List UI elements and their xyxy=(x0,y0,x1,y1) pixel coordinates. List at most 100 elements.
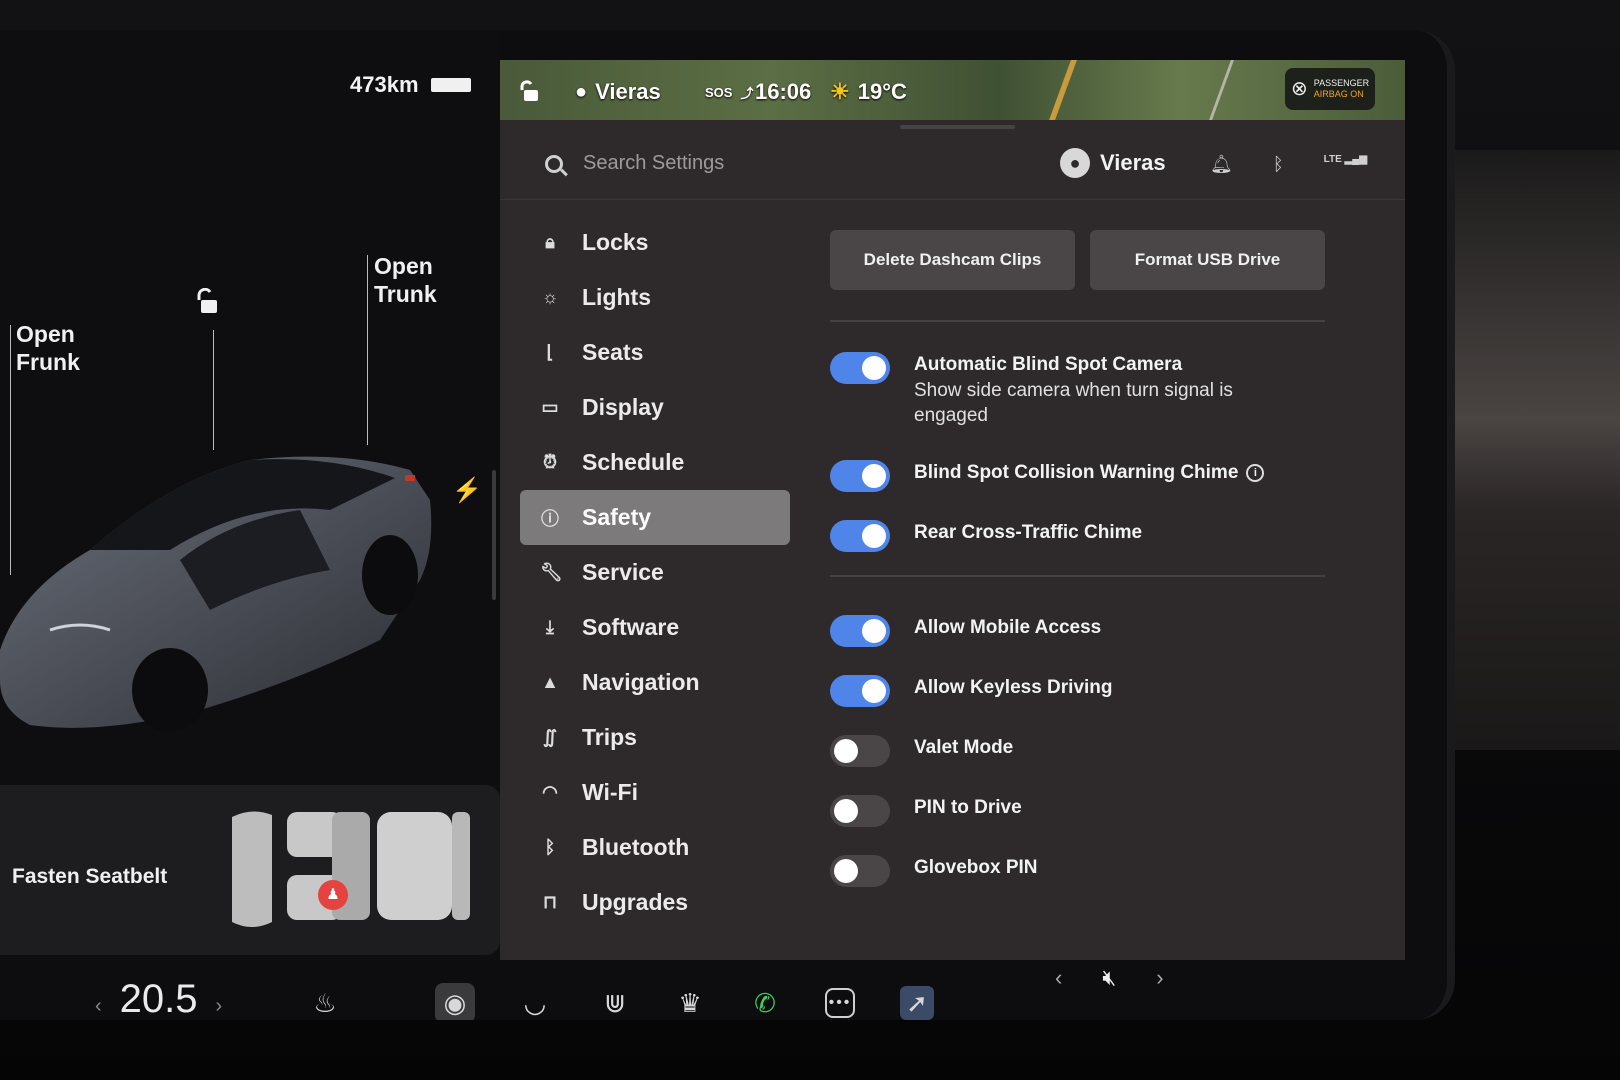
nav-item-software[interactable]: ⤓ Software xyxy=(520,600,790,655)
toggle-allow-keyless-driving[interactable] xyxy=(830,675,890,707)
setting-title: PIN to Drive xyxy=(914,797,1022,818)
warning-icon: ⓘ xyxy=(541,508,559,529)
download-icon: ⤓ xyxy=(546,617,554,637)
search-placeholder: Search Settings xyxy=(583,152,725,174)
setting-valet-mode: Valet Mode xyxy=(830,735,1013,767)
open-frunk-line1: Open xyxy=(16,321,75,347)
nav-label: Locks xyxy=(582,229,649,255)
sos-button[interactable]: SOS ⤴ xyxy=(705,83,753,102)
front-defrost-icon[interactable]: ◡ xyxy=(515,983,555,1020)
status-bar: ● Vieras SOS ⤴ 16:06 ☀ 19°C xyxy=(500,72,1405,112)
panel-scrollbar xyxy=(492,470,496,600)
delete-dashcam-clips-button[interactable]: Delete Dashcam Clips xyxy=(830,230,1075,290)
navigation-arrow-icon: ▲ xyxy=(541,672,559,692)
nav-label: Upgrades xyxy=(582,889,689,915)
sun-weather-icon: ☀ xyxy=(830,79,850,104)
nav-item-lights[interactable]: ☼ Lights xyxy=(520,270,790,325)
bell-icon[interactable]: 🔔︎ xyxy=(1210,154,1233,175)
rear-defrost-icon[interactable]: ⋓ xyxy=(595,983,635,1020)
seatbelt-alert-icon: ♟ xyxy=(318,880,348,910)
nav-label: Display xyxy=(582,394,664,420)
toggle-allow-mobile-access[interactable] xyxy=(830,615,890,647)
toggle-glovebox-pin[interactable] xyxy=(830,855,890,887)
nav-label: Schedule xyxy=(582,449,685,475)
bluetooth-icon[interactable]: ᛒ xyxy=(1273,154,1284,175)
sos-label: SOS xyxy=(705,84,733,100)
nav-item-locks[interactable]: 🔒︎ Locks xyxy=(520,215,790,270)
clock: 16:06 xyxy=(755,79,811,105)
toggle-automatic-blind-spot-camera[interactable] xyxy=(830,352,890,384)
setting-pin-to-drive: PIN to Drive xyxy=(830,795,1022,827)
nav-item-schedule[interactable]: ⏰︎ Schedule xyxy=(520,435,790,490)
nav-item-service[interactable]: 🔧︎ Service xyxy=(520,545,790,600)
time-value: 16:06 xyxy=(755,79,812,104)
battery-icon xyxy=(430,78,471,92)
setting-rear-cross-traffic-chime: Rear Cross-Traffic Chime xyxy=(830,520,1142,552)
volume-up-button[interactable]: › xyxy=(1156,965,1163,991)
weather: ☀ 19°C xyxy=(830,79,907,105)
toggle-valet-mode[interactable] xyxy=(830,735,890,767)
nav-label: Lights xyxy=(582,284,651,310)
seat-heater-icon[interactable]: ♨ xyxy=(305,983,345,1020)
divider xyxy=(830,320,1325,322)
temp-down-button[interactable]: ‹ xyxy=(95,995,102,1018)
lte-label: LTE xyxy=(1323,154,1342,165)
airbag-line1: PASSENGER xyxy=(1313,78,1370,88)
settings-header: Search Settings ● Vieras 🔔︎ ᛒ LTE ▂▄▆ xyxy=(500,130,1405,200)
nav-item-trips[interactable]: ∬ Trips xyxy=(520,710,790,765)
airbag-line2: AIRBAG ON xyxy=(1313,89,1364,99)
nav-label: Trips xyxy=(582,724,637,750)
open-frunk-button[interactable]: Open Frunk xyxy=(16,320,80,376)
airbag-icon: ⊗ xyxy=(1291,77,1308,100)
phone-icon[interactable]: ✆ xyxy=(745,983,785,1020)
cabin-temperature[interactable]: 20.5 xyxy=(120,977,198,1020)
unlocked-status-icon[interactable] xyxy=(518,80,540,104)
setting-blind-spot-collision-warning-chime: Blind Spot Collision Warning Chime i xyxy=(830,460,1265,492)
setting-title: Blind Spot Collision Warning Chime xyxy=(914,462,1239,483)
setting-automatic-blind-spot-camera: Automatic Blind Spot Camera Show side ca… xyxy=(830,352,1274,428)
profile-name: Vieras xyxy=(1100,150,1166,175)
volume-down-button[interactable]: ‹ xyxy=(1055,965,1062,991)
nav-item-wifi[interactable]: ◠ Wi-Fi xyxy=(520,765,790,820)
search-settings[interactable]: Search Settings xyxy=(545,152,724,175)
divider xyxy=(830,575,1325,577)
setting-allow-mobile-access: Allow Mobile Access xyxy=(830,615,1101,647)
setting-title: Allow Mobile Access xyxy=(914,617,1102,638)
unlock-icon[interactable] xyxy=(193,287,221,316)
toggle-pin-to-drive[interactable] xyxy=(830,795,890,827)
lock-icon: 🔒︎ xyxy=(545,232,555,252)
more-apps-icon[interactable]: ••• xyxy=(825,988,855,1018)
range-value: 473km xyxy=(350,72,419,97)
nav-label: Safety xyxy=(582,504,652,530)
profile-button[interactable]: ● Vieras xyxy=(1060,148,1166,178)
user-avatar-icon: ● xyxy=(1060,148,1090,178)
navigation-app-icon[interactable]: ➚ xyxy=(900,986,934,1020)
camera-icon[interactable]: ◉ xyxy=(435,983,475,1020)
setting-subtitle: Show side camera when turn signal is eng… xyxy=(914,380,1233,426)
seat-icon: ⌊ xyxy=(546,342,554,362)
nav-label: Service xyxy=(582,559,664,585)
panel-drag-handle[interactable] xyxy=(900,125,1015,129)
temp-up-button[interactable]: › xyxy=(216,995,223,1018)
nav-item-bluetooth[interactable]: ᛒ Bluetooth xyxy=(520,820,790,875)
nav-label: Bluetooth xyxy=(582,834,690,860)
nav-item-upgrades[interactable]: ⊓ Upgrades xyxy=(520,875,790,930)
seatbelt-card: Fasten Seatbelt ♟ xyxy=(0,785,500,955)
mute-speaker-icon[interactable]: 🔇︎ xyxy=(1102,965,1116,991)
open-trunk-button[interactable]: Open Trunk xyxy=(374,252,437,308)
nav-item-navigation[interactable]: ▲ Navigation xyxy=(520,655,790,710)
trunk-callout-line xyxy=(367,255,368,445)
lte-signal-icon[interactable]: LTE ▂▄▆ xyxy=(1324,154,1367,175)
toybox-icon[interactable]: ♛ xyxy=(670,983,710,1020)
charge-port-icon[interactable]: ⚡ xyxy=(452,476,482,505)
format-usb-drive-button[interactable]: Format USB Drive xyxy=(1090,230,1325,290)
nav-item-seats[interactable]: ⌊ Seats xyxy=(520,325,790,380)
nav-item-display[interactable]: ▭ Display xyxy=(520,380,790,435)
toggle-rear-cross-traffic-chime[interactable] xyxy=(830,520,890,552)
info-icon[interactable]: i xyxy=(1246,463,1265,482)
nav-item-safety[interactable]: ⓘ Safety xyxy=(520,490,790,545)
alarm-clock-icon: ⏰︎ xyxy=(542,452,558,472)
toggle-blind-spot-chime[interactable] xyxy=(830,460,890,492)
driver-profile-status[interactable]: ● Vieras xyxy=(575,79,661,105)
nav-label: Wi-Fi xyxy=(582,779,638,805)
